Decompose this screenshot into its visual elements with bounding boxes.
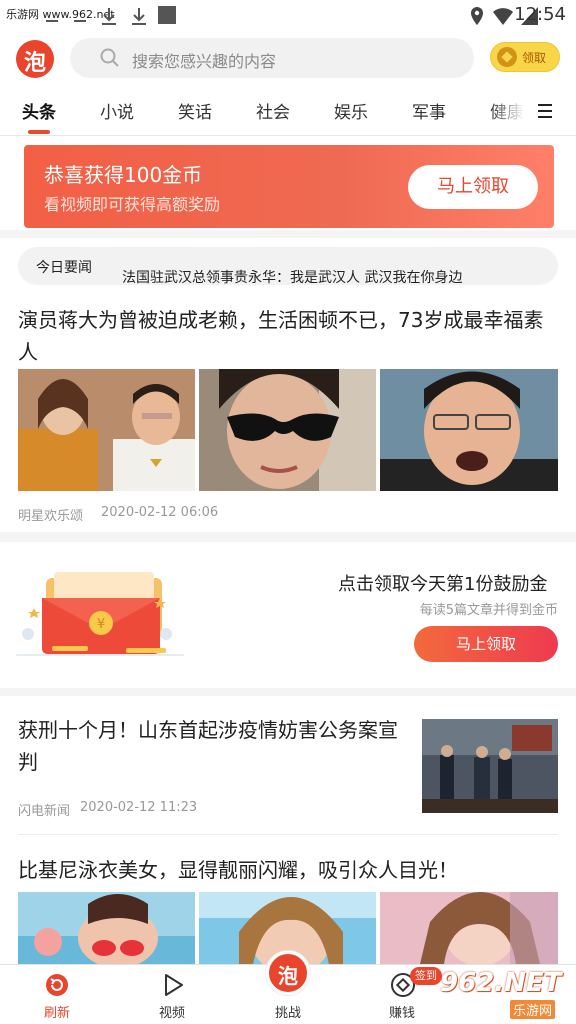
article-thumbnail[interactable] [380, 369, 558, 491]
article-thumbnail[interactable] [380, 892, 558, 964]
section-divider [0, 230, 576, 238]
photo-swimsuit-image [380, 892, 558, 964]
banner-claim-button[interactable]: 马上领取 [408, 165, 538, 209]
category-tabs: 头条 小说 笑话 社会 娱乐 军事 健康 [0, 88, 576, 136]
reward-card[interactable]: ¥ 点击领取今天第1份鼓励金 每读5篇文章并得到金币 马上领取 [0, 548, 576, 688]
reward-subtitle: 每读5篇文章并得到金币 [419, 603, 558, 618]
tab-headlines[interactable]: 头条 [22, 98, 56, 123]
download-icon [102, 8, 116, 25]
notification-dash-icon [46, 20, 58, 22]
list-separator [18, 834, 558, 835]
article-source: 明星欢乐颂 [18, 509, 84, 524]
app-square-icon [158, 6, 176, 24]
photo-courtroom-image [422, 719, 558, 813]
refresh-icon [46, 974, 68, 996]
article-date: 2020-02-12 11:23 [80, 800, 198, 815]
active-tab-indicator [28, 130, 50, 134]
signin-badge[interactable]: 签到 [410, 967, 442, 985]
section-divider [0, 688, 576, 696]
photo-swimsuit-image [18, 892, 195, 964]
article-title[interactable]: 获刑十个月！山东首起涉疫情妨害公务案宣判 [18, 714, 406, 778]
notification-dash-icon [74, 20, 86, 22]
nav-earn-label: 赚钱 [388, 1006, 415, 1021]
reward-banner[interactable]: 恭喜获得100金币 看视频即可获得高额奖励 马上领取 [24, 145, 554, 228]
section-divider [0, 532, 576, 542]
wifi-icon [493, 8, 513, 25]
banner-subtitle: 看视频即可获得高额奖励 [44, 195, 221, 214]
article-source: 闪电新闻 [18, 804, 71, 819]
tab-entertainment[interactable]: 娱乐 [334, 98, 368, 123]
reward-title: 点击领取今天第1份鼓励金 [338, 574, 548, 595]
status-bar: 乐游网 www.962.net 12:54 [0, 0, 576, 32]
nav-video-label: 视频 [158, 1006, 185, 1021]
search-bar[interactable]: 搜索您感兴趣的内容 [70, 38, 474, 78]
nav-refresh-label: 刷新 [43, 1006, 70, 1021]
tab-society[interactable]: 社会 [256, 98, 290, 123]
tab-jokes[interactable]: 笑话 [178, 98, 212, 123]
tabs-fade [490, 88, 576, 134]
svg-text:¥: ¥ [97, 617, 105, 632]
tab-military[interactable]: 军事 [412, 98, 446, 123]
article-thumbnail[interactable] [18, 892, 195, 964]
article-thumbnail[interactable] [422, 719, 558, 813]
reward-claim-button[interactable]: 马上领取 [414, 626, 558, 662]
tab-novels[interactable]: 小说 [100, 98, 134, 123]
pao-logo-icon[interactable]: 泡 [266, 951, 310, 995]
app-logo-icon[interactable]: 泡 [16, 40, 54, 78]
article-thumbnail[interactable] [18, 369, 195, 491]
clock: 12:54 [514, 4, 566, 25]
menu-icon[interactable] [538, 104, 554, 120]
photo-couple-image [18, 369, 195, 491]
hot-news-label: 今日要闻 [36, 260, 92, 276]
watermark-text: 962.NET [440, 968, 562, 998]
nav-video[interactable]: 视频 [124, 965, 220, 1024]
article-title[interactable]: 演员蒋大为曾被迫成老赖，生活困顿不已，73岁成最幸福素人 [18, 304, 558, 368]
nav-challenge-label: 挑战 [274, 1006, 301, 1021]
article-title[interactable]: 比基尼泳衣美女，显得靓丽闪耀，吸引众人目光！ [18, 854, 558, 886]
center-logo-glyph: 泡 [278, 964, 298, 988]
red-envelope-icon: ¥ [16, 572, 184, 656]
photo-man-speaking-image [380, 369, 558, 491]
coin-icon [497, 47, 517, 67]
article-thumbnail[interactable] [199, 369, 376, 491]
play-icon [165, 974, 183, 996]
location-icon [471, 7, 483, 25]
photo-woman-sunglasses-image [199, 369, 376, 491]
hot-news-ticker[interactable]: 今日要闻 法国驻武汉总领事贵永华：我是武汉人 武汉我在你身边 [18, 247, 558, 287]
claim-coin-label: 领取 [522, 51, 547, 65]
watermark-subtext: 乐游网 [510, 1000, 556, 1019]
logo-glyph: 泡 [23, 50, 46, 76]
search-icon [100, 48, 119, 67]
banner-title: 恭喜获得100金币 [44, 163, 203, 187]
nav-refresh[interactable]: 刷新 [9, 965, 105, 1024]
search-placeholder: 搜索您感兴趣的内容 [132, 52, 277, 71]
hot-news-headline[interactable]: 法国驻武汉总领事贵永华：我是武汉人 武汉我在你身边 [122, 267, 462, 287]
claim-coin-button[interactable]: 领取 [490, 42, 560, 72]
search-header: 泡 搜索您感兴趣的内容 领取 [0, 32, 576, 88]
download-icon [132, 8, 146, 25]
article-date: 2020-02-12 06:06 [101, 505, 219, 520]
watermark-logo: 962.NET 乐游网 [440, 968, 576, 1024]
